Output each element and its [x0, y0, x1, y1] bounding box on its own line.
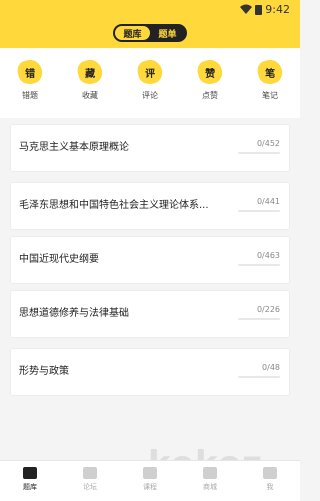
notes-icon: 笔 — [255, 57, 285, 87]
grid-icon — [23, 467, 37, 479]
tab-label: 论坛 — [83, 483, 97, 491]
quick-like[interactable]: 赞 点赞 — [185, 57, 235, 112]
progress-bar — [238, 210, 280, 212]
bottom-tab-bar: 题库 论坛 课程 商城 我 — [0, 460, 300, 501]
segment-control: 题库 题单 — [113, 24, 187, 42]
status-bar: 9:42 — [0, 0, 300, 20]
battery-icon — [255, 5, 262, 15]
subject-title: 毛泽东思想和中国特色社会主义理论体系... — [19, 200, 209, 211]
segment-question-bank[interactable]: 题库 — [115, 26, 150, 40]
subject-card[interactable]: 思想道德修养与法律基础 0/226 — [10, 290, 290, 338]
subject-progress-count: 0/226 — [256, 305, 280, 314]
tab-mall[interactable]: 商城 — [180, 461, 240, 501]
tab-question-bank[interactable]: 题库 — [0, 461, 60, 501]
subject-progress-count: 0/452 — [256, 139, 280, 148]
tab-forum[interactable]: 论坛 — [60, 461, 120, 501]
quick-comment[interactable]: 评 评论 — [125, 57, 175, 112]
subject-progress-count: 0/441 — [256, 197, 280, 206]
user-icon — [263, 467, 277, 479]
quick-notes-label: 笔记 — [262, 91, 278, 100]
quick-favorite[interactable]: 藏 收藏 — [65, 57, 115, 112]
quick-wrong-label: 错题 — [22, 91, 38, 100]
subject-card[interactable]: 形势与政策 0/48 — [10, 348, 290, 396]
subject-title: 马克思主义基本原理概论 — [19, 142, 129, 153]
quick-favorite-label: 收藏 — [82, 91, 98, 100]
play-icon — [143, 467, 157, 479]
progress-bar — [238, 376, 280, 378]
segment-question-list[interactable]: 题单 — [150, 26, 185, 40]
tab-label: 题库 — [23, 483, 37, 491]
quick-actions: 错 错题 藏 收藏 评 评论 赞 点赞 笔 笔记 — [0, 57, 300, 112]
subject-title: 思想道德修养与法律基础 — [19, 308, 129, 319]
progress-bar — [238, 264, 280, 266]
shop-icon — [203, 467, 217, 479]
subject-card[interactable]: 毛泽东思想和中国特色社会主义理论体系... 0/441 — [10, 182, 290, 230]
subject-progress-count: 0/463 — [256, 251, 280, 260]
favorite-icon: 藏 — [75, 57, 105, 87]
subject-title: 中国近现代史纲要 — [19, 254, 99, 265]
quick-wrong[interactable]: 错 错题 — [5, 57, 55, 112]
subject-progress-count: 0/48 — [262, 363, 280, 372]
quick-comment-label: 评论 — [142, 91, 158, 100]
wrong-icon: 错 — [15, 57, 45, 87]
tab-label: 课程 — [143, 483, 157, 491]
quick-notes[interactable]: 笔 笔记 — [245, 57, 295, 112]
chat-icon — [83, 467, 97, 479]
progress-bar — [238, 152, 280, 154]
wifi-icon — [240, 4, 252, 14]
subject-card[interactable]: 马克思主义基本原理概论 0/452 — [10, 124, 290, 172]
progress-bar — [238, 318, 280, 320]
subject-card[interactable]: 中国近现代史纲要 0/463 — [10, 236, 290, 284]
quick-like-label: 点赞 — [202, 91, 218, 100]
tab-label: 商城 — [203, 483, 217, 491]
tab-me[interactable]: 我 — [240, 461, 300, 501]
comment-icon: 评 — [135, 57, 165, 87]
like-icon: 赞 — [195, 57, 225, 87]
status-time: 9:42 — [265, 3, 290, 16]
tab-course[interactable]: 课程 — [120, 461, 180, 501]
tab-label: 我 — [266, 483, 274, 491]
subject-title: 形势与政策 — [19, 366, 69, 377]
